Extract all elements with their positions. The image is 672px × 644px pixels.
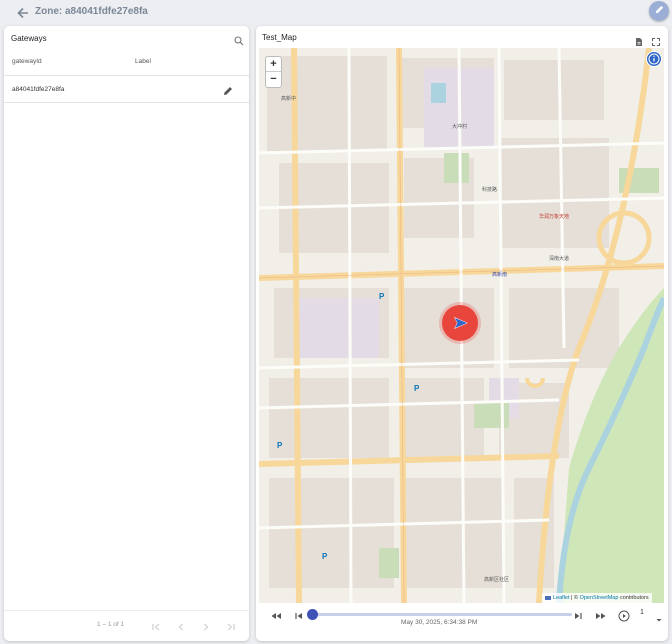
timeline-slider-thumb[interactable] bbox=[306, 609, 318, 620]
playback-speed-select[interactable]: 1 bbox=[640, 609, 644, 616]
attribution-text: contributors bbox=[618, 595, 649, 601]
fast-rewind-icon[interactable] bbox=[270, 609, 282, 621]
map-title: Test_Map bbox=[262, 33, 297, 42]
top-bar: Zone: a84041fdfe27e8fa bbox=[0, 0, 672, 24]
last-page-icon[interactable] bbox=[226, 619, 236, 631]
map-label: 科技路 bbox=[482, 186, 497, 193]
pencil-icon bbox=[224, 87, 232, 95]
map-label: 高新南 bbox=[492, 271, 507, 278]
playback-timestamp: May 30, 2025, 6:34:38 PM bbox=[401, 619, 478, 626]
pencil-icon bbox=[654, 2, 665, 20]
skip-previous-icon[interactable] bbox=[293, 609, 305, 621]
divider bbox=[4, 610, 249, 611]
map-label: 大冲村 bbox=[452, 123, 467, 130]
info-button[interactable] bbox=[646, 51, 662, 67]
timeline-slider[interactable] bbox=[312, 613, 572, 616]
first-page-icon[interactable] bbox=[151, 619, 161, 631]
leaflet-flag-icon bbox=[545, 595, 551, 600]
column-header-gateway-id[interactable]: gatewayId bbox=[12, 58, 42, 65]
page-title: Zone: a84041fdfe27e8fa bbox=[35, 6, 148, 17]
arrow-left-icon[interactable] bbox=[15, 5, 31, 21]
fullscreen-icon[interactable] bbox=[651, 34, 661, 47]
map-label: 高新中 bbox=[281, 95, 296, 102]
leaflet-link[interactable]: Leaflet bbox=[553, 595, 570, 601]
info-icon bbox=[648, 53, 660, 65]
previous-page-icon[interactable] bbox=[176, 619, 186, 631]
edit-gateway-button[interactable] bbox=[222, 84, 234, 96]
gateways-panel: Gateways gatewayId Label a84041fdfe27e8f… bbox=[4, 26, 249, 641]
zoom-control: + − bbox=[265, 56, 282, 88]
map-label: 高新区社区 bbox=[484, 576, 509, 583]
skip-next-icon[interactable] bbox=[572, 609, 584, 621]
zoom-out-button[interactable]: − bbox=[266, 72, 281, 87]
svg-text:P: P bbox=[379, 292, 385, 301]
table-row[interactable]: a84041fdfe27e8fa bbox=[4, 77, 249, 103]
map-canvas[interactable]: PP PP 高新中 大冲村 科技路 高新南 华润万象天地 高新区社区 深南大道 … bbox=[259, 48, 664, 603]
map-label: 华润万象天地 bbox=[539, 213, 569, 220]
attribution-separator: | © bbox=[569, 595, 580, 601]
divider bbox=[4, 75, 249, 76]
map-attribution: Leaflet | © OpenStreetMap contributors bbox=[542, 593, 652, 603]
map-label: 深南大道 bbox=[549, 255, 569, 262]
column-header-label[interactable]: Label bbox=[135, 58, 151, 65]
map-panel: Test_Map P P P P 高新中 大冲村 科技路 高新南 华润万象天地 … bbox=[256, 26, 668, 641]
svg-text:P: P bbox=[277, 441, 283, 450]
search-icon[interactable] bbox=[234, 33, 244, 46]
gateways-title: Gateways bbox=[11, 34, 47, 43]
pagination-range: 1 – 1 of 1 bbox=[97, 621, 125, 628]
openstreetmap-link[interactable]: OpenStreetMap bbox=[580, 595, 619, 601]
gateway-id-cell: a84041fdfe27e8fa bbox=[12, 86, 65, 93]
next-page-icon[interactable] bbox=[201, 619, 211, 631]
navigation-arrow-icon bbox=[454, 317, 468, 329]
svg-text:P: P bbox=[414, 384, 420, 393]
document-icon[interactable] bbox=[634, 34, 644, 46]
play-icon[interactable] bbox=[618, 609, 630, 622]
device-location-marker[interactable] bbox=[442, 305, 478, 341]
zoom-in-button[interactable]: + bbox=[266, 57, 281, 72]
svg-text:P: P bbox=[322, 552, 328, 561]
edit-zone-button[interactable] bbox=[649, 1, 669, 21]
fast-forward-icon[interactable] bbox=[595, 609, 607, 621]
chevron-down-icon[interactable] bbox=[655, 611, 663, 622]
